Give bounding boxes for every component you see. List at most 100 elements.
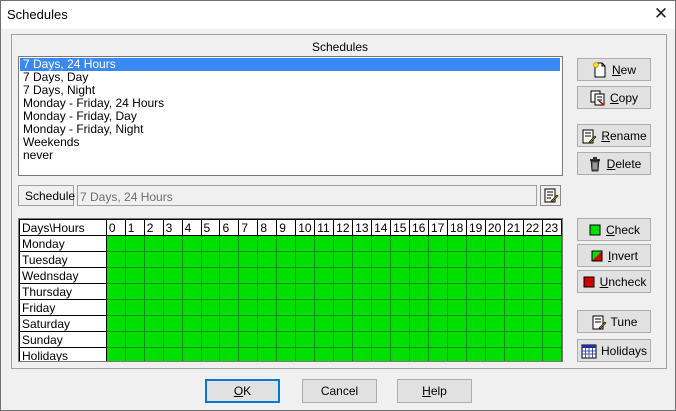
schedule-cell[interactable] <box>200 235 221 252</box>
close-icon[interactable]: ✕ <box>649 3 673 25</box>
schedule-cell[interactable] <box>105 331 126 348</box>
hour-header[interactable]: 17 <box>428 219 448 236</box>
uncheck-button[interactable]: Uncheck <box>577 270 651 293</box>
schedule-cell[interactable] <box>409 347 430 361</box>
schedule-cell[interactable] <box>503 347 524 361</box>
schedule-cell[interactable] <box>276 331 297 348</box>
schedules-list[interactable]: 7 Days, 24 Hours 7 Days, Day 7 Days, Night… <box>18 56 563 176</box>
schedule-cell[interactable] <box>219 267 240 284</box>
schedule-cell[interactable] <box>181 267 202 284</box>
schedule-cell[interactable] <box>162 315 183 332</box>
schedule-cell[interactable] <box>465 315 486 332</box>
schedule-cell[interactable] <box>333 299 354 316</box>
schedule-cell[interactable] <box>219 347 240 361</box>
schedule-cell[interactable] <box>295 331 316 348</box>
schedule-cell[interactable] <box>409 315 430 332</box>
day-row-header[interactable]: Holidays <box>19 347 107 361</box>
schedule-cell[interactable] <box>162 251 183 268</box>
schedule-cell[interactable] <box>465 331 486 348</box>
schedule-cell[interactable] <box>446 331 467 348</box>
schedule-cell[interactable] <box>503 283 524 300</box>
schedule-cell[interactable] <box>124 283 145 300</box>
schedule-cell[interactable] <box>541 283 562 300</box>
schedule-cell[interactable] <box>371 347 392 361</box>
schedule-cell[interactable] <box>333 315 354 332</box>
schedule-cell[interactable] <box>257 283 278 300</box>
schedule-cell[interactable] <box>181 347 202 361</box>
schedule-cell[interactable] <box>503 299 524 316</box>
schedule-cell[interactable] <box>371 251 392 268</box>
hour-header[interactable]: 5 <box>200 219 221 236</box>
schedule-cell[interactable] <box>446 315 467 332</box>
schedule-cell[interactable] <box>333 235 354 252</box>
schedule-cell[interactable] <box>484 315 505 332</box>
hour-header[interactable]: 0 <box>105 219 126 236</box>
hour-header[interactable]: 6 <box>219 219 240 236</box>
hour-header[interactable]: 3 <box>162 219 183 236</box>
hour-header[interactable]: 11 <box>314 219 335 236</box>
schedule-list-item[interactable]: Monday - Friday, Night <box>20 123 560 136</box>
schedule-cell[interactable] <box>181 283 202 300</box>
schedule-cell[interactable] <box>124 331 145 348</box>
schedule-cell[interactable] <box>314 251 335 268</box>
schedule-cell[interactable] <box>124 267 145 284</box>
schedule-cell[interactable] <box>541 235 562 252</box>
schedule-cell[interactable] <box>352 331 373 348</box>
schedule-cell[interactable] <box>446 235 467 252</box>
schedule-cell[interactable] <box>465 299 486 316</box>
tune-button[interactable]: Tune <box>577 310 651 333</box>
schedule-cell[interactable] <box>522 331 543 348</box>
schedule-cell[interactable] <box>105 235 126 252</box>
schedule-cell[interactable] <box>219 315 240 332</box>
schedule-cell[interactable] <box>503 235 524 252</box>
schedule-cell[interactable] <box>295 315 316 332</box>
schedule-cell[interactable] <box>105 347 126 361</box>
cancel-button[interactable]: Cancel <box>302 379 377 403</box>
schedule-cell[interactable] <box>352 251 373 268</box>
edit-schedule-button[interactable] <box>540 185 561 206</box>
schedule-cell[interactable] <box>257 299 278 316</box>
schedule-grid-table[interactable]: Days\Hours 0 1 2 3 4 5 6 7 8 9 10 11 12 13 14 15 16 17 18 19… <box>19 219 562 361</box>
schedule-cell[interactable] <box>238 267 259 284</box>
day-row-header[interactable]: Tuesday <box>19 251 107 268</box>
schedule-cell[interactable] <box>181 331 202 348</box>
new-button[interactable]: New <box>577 58 651 81</box>
day-row-header[interactable]: Saturday <box>19 315 107 332</box>
schedule-cell[interactable] <box>124 235 145 252</box>
schedule-cell[interactable] <box>238 299 259 316</box>
hour-header[interactable]: 20 <box>484 219 505 236</box>
schedule-cell[interactable] <box>105 283 126 300</box>
schedule-cell[interactable] <box>371 315 392 332</box>
schedule-cell[interactable] <box>143 283 164 300</box>
schedule-cell[interactable] <box>276 267 297 284</box>
hour-header[interactable]: 9 <box>276 219 297 236</box>
schedule-cell[interactable] <box>428 315 448 332</box>
day-row-header[interactable]: Friday <box>19 299 107 316</box>
hour-header[interactable]: 7 <box>238 219 259 236</box>
schedule-cell[interactable] <box>200 315 221 332</box>
schedule-cell[interactable] <box>446 299 467 316</box>
schedule-cell[interactable] <box>219 299 240 316</box>
schedule-cell[interactable] <box>428 299 448 316</box>
schedule-cell[interactable] <box>314 267 335 284</box>
schedule-cell[interactable] <box>295 347 316 361</box>
schedule-cell[interactable] <box>333 267 354 284</box>
schedule-cell[interactable] <box>522 315 543 332</box>
schedule-cell[interactable] <box>503 331 524 348</box>
schedule-cell[interactable] <box>314 283 335 300</box>
schedule-cell[interactable] <box>541 315 562 332</box>
schedule-cell[interactable] <box>124 315 145 332</box>
schedule-cell[interactable] <box>522 267 543 284</box>
schedule-cell[interactable] <box>522 251 543 268</box>
schedule-cell[interactable] <box>181 315 202 332</box>
schedule-cell[interactable] <box>219 331 240 348</box>
schedule-cell[interactable] <box>352 235 373 252</box>
day-row-header[interactable]: Monday <box>19 235 107 252</box>
schedule-cell[interactable] <box>484 267 505 284</box>
schedule-cell[interactable] <box>238 347 259 361</box>
schedule-cell[interactable] <box>503 251 524 268</box>
schedule-cell[interactable] <box>428 331 448 348</box>
schedule-cell[interactable] <box>200 331 221 348</box>
schedule-cell[interactable] <box>409 331 430 348</box>
schedule-cell[interactable] <box>181 235 202 252</box>
